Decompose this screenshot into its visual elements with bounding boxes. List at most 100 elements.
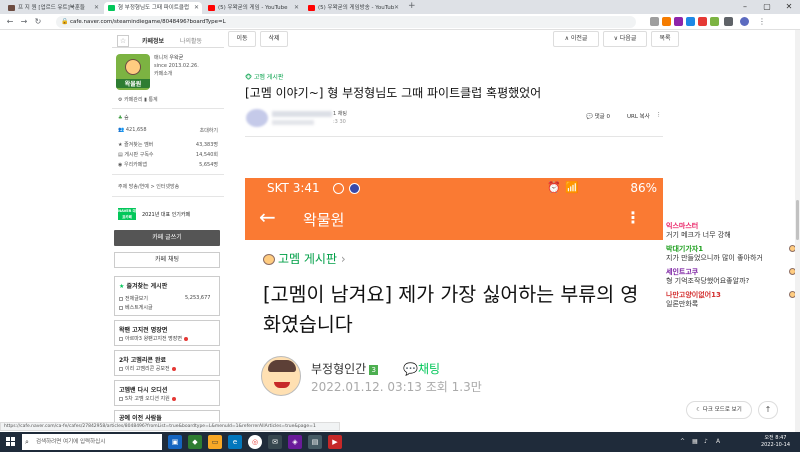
taskbar-app-icon[interactable]: ▤	[308, 435, 322, 449]
board-link[interactable]: 🐵 고멤 게시판	[245, 72, 283, 81]
stat-value: 5,654명	[199, 162, 218, 168]
url-copy-button[interactable]: URL 복사	[627, 112, 650, 120]
delete-button[interactable]: 삭제	[260, 31, 288, 47]
author-chat-link[interactable]: 1 채팅	[333, 110, 347, 117]
windows-start-icon[interactable]	[6, 437, 16, 447]
taskbar-app-icon[interactable]: ◆	[188, 435, 202, 449]
manager-name[interactable]: 우왁굳	[169, 55, 183, 61]
comment-link[interactable]: 💬 댓글 0	[586, 112, 610, 120]
new-tab-button[interactable]: +	[408, 1, 416, 11]
board-label: 베스트게시글	[125, 305, 153, 311]
dark-mode-button[interactable]: ☾ 다크 모드로 보기	[686, 401, 752, 419]
board-item-best[interactable]: 베스트게시글	[119, 304, 153, 311]
list-button[interactable]: 목록	[651, 31, 679, 47]
cafe-sidebar: ☆ 카페정보 나의활동 왁물원 매니저 우왁굳 since 2013.02.26…	[112, 30, 224, 422]
author-avatar[interactable]	[246, 109, 268, 127]
favorite-boards-label: 즐겨찾는 게시판	[126, 283, 168, 290]
reload-icon[interactable]: ↻	[32, 16, 44, 28]
favorite-star-icon[interactable]: ☆	[117, 35, 129, 47]
profile-avatar[interactable]	[740, 17, 749, 26]
task-view-icon[interactable]: ▣	[168, 435, 182, 449]
status-url-bar: https://cafe.naver.com/ca-fe/cafes/27842…	[0, 422, 340, 431]
close-icon[interactable]: ✕	[394, 2, 399, 14]
back-icon[interactable]: ←	[4, 16, 16, 28]
extension-icon[interactable]	[674, 17, 683, 26]
taskbar-app-icon[interactable]: ◈	[288, 435, 302, 449]
extension-icon[interactable]	[710, 17, 719, 26]
prev-post-button[interactable]: ∧ 이전글	[553, 31, 599, 47]
maximize-icon[interactable]: ▢	[756, 0, 778, 14]
file-explorer-icon[interactable]: ▭	[208, 435, 222, 449]
browser-tab-3[interactable]: (5) 우왁굳의 게임 - YouTube ✕	[204, 2, 302, 14]
battery-level: 86%	[630, 181, 657, 195]
next-post-button[interactable]: ∨ 다음글	[603, 31, 647, 47]
chat-user: 나만고양이없어13	[666, 291, 721, 299]
tab-label: 형 부정형님도 그때 파이트클럽	[118, 5, 190, 11]
puzzle-icon[interactable]	[724, 17, 733, 26]
member-count[interactable]: 421,658	[126, 127, 147, 133]
cafe-intro-link[interactable]: 카페소개	[154, 70, 199, 78]
close-icon[interactable]: ✕	[194, 2, 199, 14]
minimize-icon[interactable]: –	[734, 0, 756, 14]
url-input[interactable]: 🔒 cafe.naver.com/steamindiegame/8048496?…	[56, 16, 636, 28]
clock-date: 2022-10-14	[760, 442, 790, 448]
more-icon[interactable]: ⋮	[656, 112, 662, 118]
taskbar-clock[interactable]: 오전 8:47 2022-10-14	[761, 435, 790, 449]
event-item[interactable]: 이리 고멤리콘 공모전	[119, 365, 176, 372]
event-box: 공예 이전 사람들	[114, 410, 220, 422]
move-button[interactable]: 이동	[228, 31, 256, 47]
scrollbar-thumb[interactable]	[796, 200, 799, 240]
favorite-boards-head: ★ 즐겨찾는 게시판	[119, 281, 167, 290]
phone-board-name: 고멤 게시판	[278, 252, 338, 266]
new-badge-icon	[171, 366, 176, 371]
event-item[interactable]: 5차 고멤 오디션 지원	[119, 395, 176, 402]
language-icon[interactable]: A	[716, 438, 720, 445]
menu-icon[interactable]: ⋮	[756, 16, 768, 28]
comment-icon: 💬	[586, 114, 593, 120]
phone-chat-label: 채팅	[417, 362, 441, 376]
board-emoji-icon	[263, 254, 275, 265]
network-icon[interactable]: ▦	[692, 438, 698, 445]
taskbar-search-input[interactable]: ⌕ 검색하려면 여기에 입력하십시	[22, 434, 162, 450]
tab-my-activity[interactable]: 나의활동	[180, 36, 202, 45]
tray-chevron-icon[interactable]: ^	[680, 438, 685, 445]
cafe-topic[interactable]: 주제 방송/연예 > 인터넷방송	[118, 183, 179, 190]
chart-icon: ▮	[144, 97, 147, 103]
forward-icon[interactable]: →	[18, 16, 30, 28]
divider	[112, 108, 224, 109]
event-head: 2차 고멤리콘 완료	[119, 357, 166, 364]
cafe-logo[interactable]: 왁물원	[116, 54, 150, 90]
taskbar-app-icon[interactable]: ✉	[268, 435, 282, 449]
lock-icon: 🔒	[61, 18, 69, 25]
board-icon: ▤	[118, 152, 123, 158]
extension-icon[interactable]	[662, 17, 671, 26]
stats-link[interactable]: 통계	[148, 97, 157, 103]
invite-link[interactable]: 초대하기	[200, 127, 218, 134]
youtube-icon	[208, 5, 215, 11]
cafe-chat-button[interactable]: 카페 채팅	[114, 252, 220, 268]
extension-icon[interactable]	[650, 17, 659, 26]
browser-tab-1[interactable]: 프 지 원 [업르드 유트]북훈들 ✕	[4, 2, 102, 14]
youtube-icon	[308, 5, 315, 11]
extension-icon[interactable]	[686, 17, 695, 26]
board-name: 고멤 게시판	[253, 74, 284, 81]
chrome-icon[interactable]: ◎	[248, 435, 262, 449]
close-icon[interactable]: ✕	[294, 2, 299, 14]
event-item[interactable]: 아르마3 왕팬고지전 명장면	[119, 335, 188, 342]
scroll-top-button[interactable]: ↑	[758, 401, 778, 419]
browser-tab-2[interactable]: 형 부정형님도 그때 파이트클럽 ✕	[104, 2, 202, 14]
browser-tab-4[interactable]: (5) 우왁굳의 게임방송 - YouTub ✕	[304, 2, 402, 14]
write-post-button[interactable]: 카페 글쓰기	[114, 230, 220, 246]
close-icon[interactable]: ✕	[94, 2, 99, 14]
edge-icon[interactable]: e	[228, 435, 242, 449]
tab-cafe-info[interactable]: 카페정보	[142, 36, 164, 45]
extension-icon[interactable]	[698, 17, 707, 26]
tab-label: 프 지 원 [업르드 유트]북훈들	[18, 5, 85, 11]
window-close-icon[interactable]: ✕	[778, 0, 800, 14]
taskbar-app-icon[interactable]: ▶	[328, 435, 342, 449]
board-item-all[interactable]: 전체글보기 5,253,677	[119, 295, 210, 302]
cafe-manage-link[interactable]: 카페관리	[124, 97, 142, 103]
volume-icon[interactable]: ♪	[704, 438, 708, 445]
badge-text[interactable]: 2021년 대표 인기카페	[142, 211, 190, 218]
board-icon	[119, 296, 123, 301]
